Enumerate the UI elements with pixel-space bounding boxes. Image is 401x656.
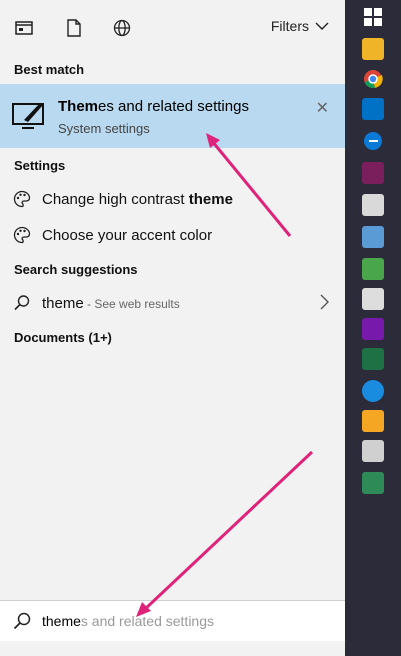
onenote-icon[interactable] (362, 318, 384, 340)
windows-start-icon[interactable] (362, 6, 384, 28)
annotation-arrow-bottom (142, 450, 314, 612)
outlook-icon[interactable] (362, 98, 384, 120)
app-i-icon[interactable] (362, 410, 384, 432)
file-explorer-icon[interactable] (362, 38, 384, 60)
edge-icon[interactable] (362, 130, 384, 152)
contacts-app-icon[interactable] (362, 226, 384, 248)
network-app-icon[interactable] (362, 258, 384, 280)
arrowhead-top (206, 133, 220, 148)
taskbar (345, 0, 401, 656)
display-app-icon[interactable] (362, 440, 384, 462)
notepad-icon[interactable] (362, 194, 384, 216)
annotation-arrows (136, 133, 314, 617)
annotation-arrow-top (210, 140, 292, 237)
excel-icon[interactable] (362, 348, 384, 370)
cube-app-icon[interactable] (362, 472, 384, 494)
usb-device-icon[interactable] (362, 288, 384, 310)
zalo-icon[interactable] (362, 380, 384, 402)
winrar-icon[interactable] (362, 162, 384, 184)
chrome-icon[interactable] (362, 68, 384, 90)
